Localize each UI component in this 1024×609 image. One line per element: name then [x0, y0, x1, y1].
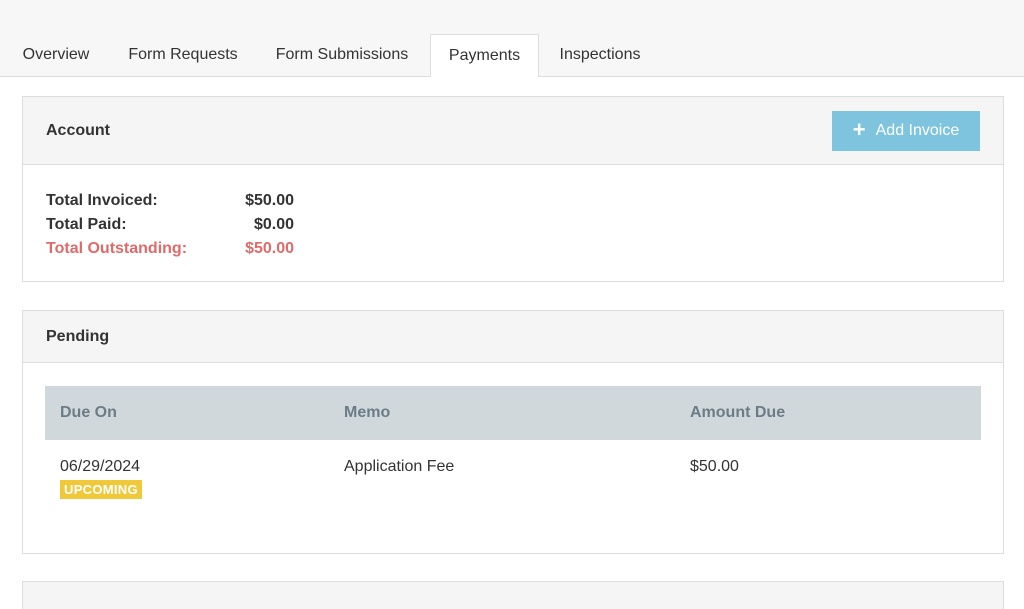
account-panel-heading: Account + Add Invoice: [23, 97, 1003, 165]
plus-icon: +: [852, 117, 866, 142]
next-panel-partial: [22, 581, 1004, 609]
due-on-cell: 06/29/2024 UPCOMING: [60, 458, 142, 499]
table-row: 06/29/2024 UPCOMING Application Fee $50.…: [45, 440, 981, 510]
total-outstanding-row: Total Outstanding: $50.00: [46, 237, 294, 261]
add-invoice-button[interactable]: + Add Invoice: [832, 111, 980, 151]
tab-payments[interactable]: Payments: [430, 34, 539, 77]
tab-form-submissions[interactable]: Form Submissions: [254, 34, 430, 76]
total-outstanding-value: $50.00: [245, 240, 294, 257]
add-invoice-label: Add Invoice: [875, 122, 960, 139]
pending-panel-heading: Pending: [23, 311, 1003, 363]
column-header-amount-due: Amount Due: [690, 404, 786, 421]
account-panel: Account + Add Invoice Total Invoiced: $5…: [22, 96, 1004, 282]
total-paid-row: Total Paid: $0.00: [46, 213, 294, 237]
pending-table-header: Due On Memo Amount Due: [45, 386, 981, 440]
tab-bar: Overview Form Requests Form Submissions …: [0, 34, 1024, 77]
column-header-due-on: Due On: [60, 404, 117, 421]
total-paid-label: Total Paid:: [46, 216, 127, 233]
amount-due-cell: $50.00: [690, 458, 739, 475]
status-badge: UPCOMING: [60, 480, 142, 499]
tab-form-requests[interactable]: Form Requests: [112, 34, 254, 76]
total-invoiced-value: $50.00: [245, 192, 294, 209]
total-invoiced-row: Total Invoiced: $50.00: [46, 189, 294, 213]
account-summary: Total Invoiced: $50.00 Total Paid: $0.00…: [46, 189, 294, 261]
pending-panel: Pending Due On Memo Amount Due 06/29/202…: [22, 310, 1004, 554]
memo-cell: Application Fee: [344, 458, 455, 475]
tab-overview[interactable]: Overview: [0, 34, 112, 76]
due-on-date: 06/29/2024: [60, 458, 141, 475]
total-invoiced-label: Total Invoiced:: [46, 192, 158, 209]
account-title: Account: [46, 122, 110, 139]
tab-inspections[interactable]: Inspections: [539, 34, 661, 76]
total-paid-value: $0.00: [253, 216, 294, 233]
pending-title: Pending: [46, 328, 110, 345]
pending-table: Due On Memo Amount Due 06/29/2024 UPCOMI…: [45, 386, 981, 510]
column-header-memo: Memo: [344, 404, 391, 421]
total-outstanding-label: Total Outstanding:: [46, 240, 188, 257]
